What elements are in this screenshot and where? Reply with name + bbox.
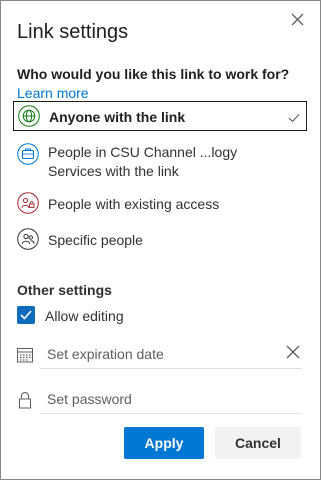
link-settings-dialog: Link settings Who would you like this li… (0, 0, 321, 480)
expiration-date-placeholder: Set expiration date (47, 346, 164, 362)
close-button[interactable] (287, 10, 309, 32)
expiration-date-field[interactable]: Set expiration date (40, 339, 302, 369)
people-icon (17, 228, 39, 250)
dialog-title: Link settings (17, 21, 129, 43)
password-field[interactable]: Set password (40, 384, 302, 414)
password-placeholder: Set password (47, 391, 132, 407)
apply-button[interactable]: Apply (124, 427, 204, 459)
option-specific-people[interactable]: Specific people (13, 225, 307, 255)
checkmark-icon (20, 310, 32, 320)
globe-icon (18, 105, 40, 127)
option-people-in-organization[interactable]: People in CSU Channel ...logy Services w… (13, 140, 307, 182)
option-label: People with existing access (48, 196, 220, 212)
other-settings-heading: Other settings (17, 282, 112, 298)
option-anyone-with-link[interactable]: Anyone with the link (13, 101, 307, 131)
option-label-line1: People in CSU Channel ...logy (48, 144, 238, 160)
close-icon (291, 13, 304, 26)
briefcase-icon (17, 143, 39, 165)
allow-editing-label[interactable]: Allow editing (45, 308, 124, 324)
checkmark-icon (288, 110, 300, 123)
allow-editing-checkbox[interactable] (17, 306, 35, 324)
people-lock-icon (17, 192, 39, 214)
option-label-line2: Services with the link (48, 163, 179, 179)
lock-icon (17, 391, 33, 409)
option-people-with-existing-access[interactable]: People with existing access (13, 189, 307, 219)
cancel-button[interactable]: Cancel (215, 427, 301, 459)
close-icon (286, 345, 300, 359)
calendar-icon (17, 347, 33, 365)
option-label: Anyone with the link (49, 109, 186, 125)
link-audience-question: Who would you like this link to work for… (17, 66, 290, 82)
learn-more-link[interactable]: Learn more (17, 85, 89, 101)
clear-expiration-button[interactable] (285, 344, 301, 360)
option-label: Specific people (48, 232, 143, 248)
